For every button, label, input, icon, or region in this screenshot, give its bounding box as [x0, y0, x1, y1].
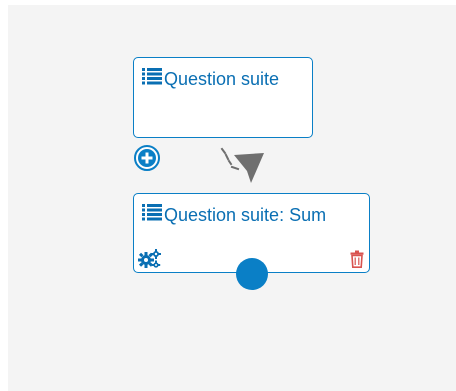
workflow-node-question-suite[interactable]: Question suite: [133, 57, 313, 138]
workflow-canvas[interactable]: Question suite Question suite: Sum: [8, 5, 456, 391]
gears-icon[interactable]: [137, 249, 161, 269]
list-icon: [142, 204, 162, 221]
output-port-handle[interactable]: [236, 258, 268, 290]
node-title: Question suite: [164, 69, 280, 89]
trash-icon[interactable]: [350, 250, 364, 268]
node-header: Question suite: Sum: [141, 204, 326, 226]
arrow-down-right-icon: [220, 147, 264, 183]
list-icon: [142, 68, 162, 85]
node-header: Question suite: [141, 68, 279, 90]
node-title: Question suite: Sum: [164, 205, 327, 225]
add-step-button[interactable]: [133, 144, 161, 172]
